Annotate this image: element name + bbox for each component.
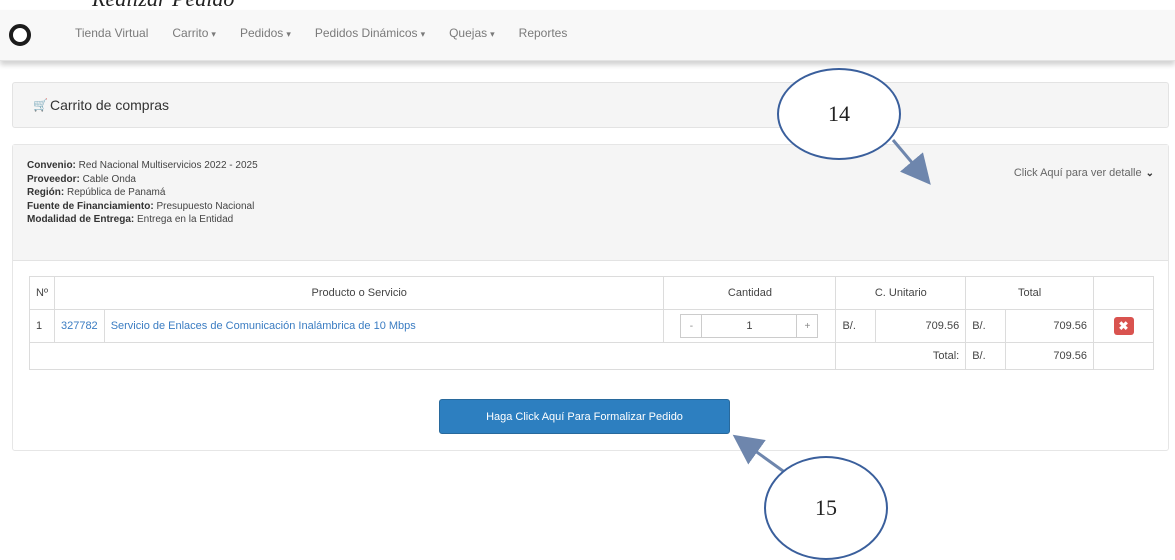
callout-arrows [732,139,931,478]
callout-14: 14 [777,68,901,160]
callout-15: 15 [764,456,888,560]
callout-14-arrow [891,139,931,185]
